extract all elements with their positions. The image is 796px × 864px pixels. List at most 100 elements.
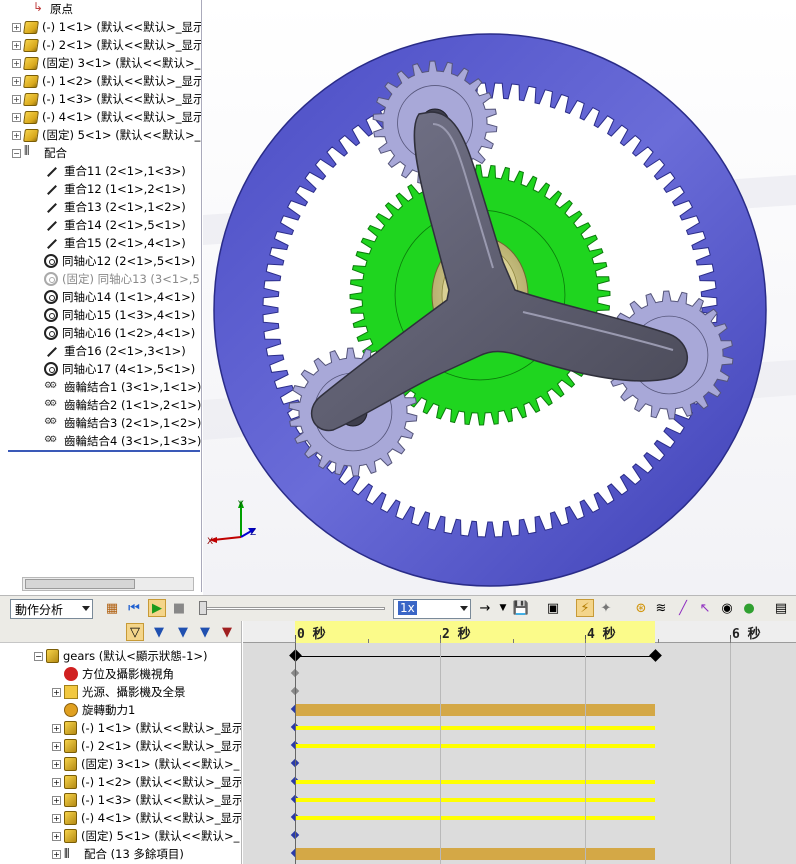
mates-bar[interactable]	[295, 848, 655, 860]
expand-icon[interactable]: +	[52, 741, 61, 751]
tree-item[interactable]: 同轴心14 (1<1>,4<1>)	[44, 288, 195, 306]
tree-item[interactable]: 齒輪結合1 (3<1>,1<1>)	[44, 378, 201, 396]
contact-button[interactable]: ◉	[718, 599, 736, 617]
component-change-bar[interactable]	[295, 726, 655, 730]
motion-tree-item[interactable]: + ⫴ 配合 (13 多餘項目)	[52, 845, 184, 863]
graphics-area[interactable]: Y X Z	[203, 0, 796, 595]
timeline-playhead[interactable]	[295, 643, 296, 864]
motion-tree-item[interactable]: 方位及攝影機視角	[52, 665, 174, 683]
playback-mode-button[interactable]: →	[476, 599, 494, 617]
tree-item[interactable]: 齒輪結合4 (3<1>,1<3>)	[44, 432, 201, 450]
expand-icon[interactable]: +	[12, 40, 21, 50]
motion-tree-item[interactable]: + (-) 1<1> (默认<<默认>_显示	[52, 719, 241, 737]
study-type-select[interactable]: 動作分析	[10, 599, 93, 619]
expand-icon[interactable]: +	[12, 94, 21, 104]
playback-mode-dropdown[interactable]: ▼	[494, 599, 512, 617]
motion-tree-item[interactable]: + (-) 2<1> (默认<<默认>_显示	[52, 737, 241, 755]
spring-button[interactable]: ≋	[652, 599, 670, 617]
expand-icon[interactable]: +	[52, 759, 61, 769]
tree-item[interactable]: + (固定) 3<1> (默认<<默认>_	[12, 54, 200, 72]
component-change-bar[interactable]	[295, 798, 655, 802]
tree-item[interactable]: 重合16 (2<1>,3<1>)	[44, 342, 186, 360]
rollback-bar[interactable]	[8, 450, 200, 452]
tree-item[interactable]: 重合12 (1<1>,2<1>)	[44, 180, 186, 198]
tree-item[interactable]: 同轴心17 (4<1>,5<1>)	[44, 360, 195, 378]
collapse-icon[interactable]: −	[12, 148, 21, 158]
save-animation-button[interactable]: 💾	[512, 599, 530, 617]
add-key-button[interactable]: ✦	[597, 599, 615, 617]
scroll-thumb[interactable]	[25, 579, 135, 589]
playback-slider-track[interactable]	[200, 607, 385, 610]
tree-item[interactable]: 同轴心15 (1<3>,4<1>)	[44, 306, 195, 324]
tree-item[interactable]: 重合14 (2<1>,5<1>)	[44, 216, 186, 234]
assembly-viewport[interactable]: Y X Z	[203, 0, 796, 595]
timeline-panel[interactable]: 0 秒 2 秒 4 秒 6 秒	[243, 621, 796, 864]
filter-driving-button[interactable]: ▼	[174, 623, 192, 641]
tree-horizontal-scrollbar[interactable]	[22, 577, 194, 591]
tree-item[interactable]: − 配合	[12, 144, 67, 162]
tree-item[interactable]: + (固定) 5<1> (默认<<默认>_	[12, 126, 200, 144]
motion-tree-item[interactable]: 旋轉動力1	[52, 701, 135, 719]
tree-item[interactable]: + (-) 2<1> (默认<<默认>_显示	[12, 36, 201, 54]
expand-icon[interactable]: +	[52, 777, 61, 787]
expand-icon[interactable]: +	[52, 795, 61, 805]
tree-item[interactable]: + (-) 1<1> (默认<<默认>_显示	[12, 18, 201, 36]
damper-button[interactable]: ╱	[674, 599, 692, 617]
animation-wizard-button[interactable]: ▣	[544, 599, 562, 617]
stop-button[interactable]: ■	[170, 599, 188, 617]
results-plots-button[interactable]: ▤	[772, 599, 790, 617]
tree-item[interactable]: 原点	[30, 0, 73, 18]
filter-selected-button[interactable]: ▼	[196, 623, 214, 641]
tree-item[interactable]: + (-) 1<2> (默认<<默认>_显示	[12, 72, 201, 90]
expand-icon[interactable]: +	[52, 849, 61, 859]
expand-icon[interactable]: +	[52, 813, 61, 823]
expand-icon[interactable]: +	[12, 130, 21, 140]
filter-all-button[interactable]: ▽	[126, 623, 144, 641]
collapse-icon[interactable]: −	[34, 651, 43, 661]
tree-item[interactable]: 齒輪結合3 (2<1>,1<2>)	[44, 414, 201, 432]
motion-tree-item[interactable]: + 光源、攝影機及全景	[52, 683, 186, 701]
component-change-bar[interactable]	[295, 780, 655, 784]
force-button[interactable]: ↖	[696, 599, 714, 617]
expand-icon[interactable]: +	[12, 76, 21, 86]
tree-item[interactable]: (固定) 同轴心13 (3<1>,5	[44, 270, 200, 288]
expand-icon[interactable]: +	[52, 723, 61, 733]
tree-item[interactable]: + (-) 4<1> (默认<<默认>_显示	[12, 108, 201, 126]
play-button[interactable]: ▶	[148, 599, 166, 617]
tree-item[interactable]: + (-) 1<3> (默认<<默认>_显示	[12, 90, 201, 108]
tree-item[interactable]: 齒輪結合2 (1<1>,2<1>)	[44, 396, 201, 414]
gravity-button[interactable]: ●	[740, 599, 758, 617]
feature-manager-tree[interactable]: 原点 + (-) 1<1> (默认<<默认>_显示 + (-) 2<1> (默认<<默认…	[0, 0, 202, 592]
tree-item[interactable]: 重合11 (2<1>,1<3>)	[44, 162, 186, 180]
motion-tree-item[interactable]: + (-) 4<1> (默认<<默认>_显示	[52, 809, 241, 827]
filter-results-button[interactable]: ▼	[218, 623, 236, 641]
motion-tree-item[interactable]: − gears (默认<顯示狀態-1>)	[34, 647, 208, 665]
key-point[interactable]	[649, 649, 662, 662]
expand-icon[interactable]: +	[12, 58, 21, 68]
component-change-bar[interactable]	[295, 744, 655, 748]
calculate-button[interactable]: ▦	[103, 599, 121, 617]
playback-slider-thumb[interactable]	[199, 601, 207, 615]
play-from-start-button[interactable]: ⏮	[125, 599, 143, 617]
component-change-bar[interactable]	[295, 816, 655, 820]
playback-speed-select[interactable]: 1x	[393, 599, 471, 619]
tree-item[interactable]: 同轴心12 (2<1>,5<1>)	[44, 252, 195, 270]
study-duration-line[interactable]	[295, 656, 655, 657]
motion-tree-item[interactable]: + (-) 1<2> (默认<<默认>_显示	[52, 773, 241, 791]
expand-icon[interactable]: +	[12, 112, 21, 122]
motion-tree-item[interactable]: + (-) 1<3> (默认<<默认>_显示	[52, 791, 241, 809]
timeline-header[interactable]: 0 秒 2 秒 4 秒 6 秒	[243, 621, 796, 643]
motion-manager-tree[interactable]: ▽ ▼ ▼ ▼ ▼ − gears (默认<顯示狀態-1>) 方位及攝影機視角 + 光源…	[0, 621, 242, 864]
expand-icon[interactable]: +	[52, 831, 61, 841]
tree-item[interactable]: 同轴心16 (1<2>,4<1>)	[44, 324, 195, 342]
motion-tree-item[interactable]: + (固定) 3<1> (默认<<默认>_	[52, 755, 239, 773]
filter-animated-button[interactable]: ▼	[150, 623, 168, 641]
tree-item[interactable]: 重合13 (2<1>,1<2>)	[44, 198, 186, 216]
tree-item[interactable]: 重合15 (2<1>,4<1>)	[44, 234, 186, 252]
expand-icon[interactable]: +	[12, 22, 21, 32]
motion-tree-item[interactable]: + (固定) 5<1> (默认<<默认>_	[52, 827, 239, 845]
expand-icon[interactable]: +	[52, 687, 61, 697]
motor-button[interactable]: ⊛	[632, 599, 650, 617]
autokey-button[interactable]: ⚡	[576, 599, 594, 617]
motor-bar[interactable]	[295, 704, 655, 716]
